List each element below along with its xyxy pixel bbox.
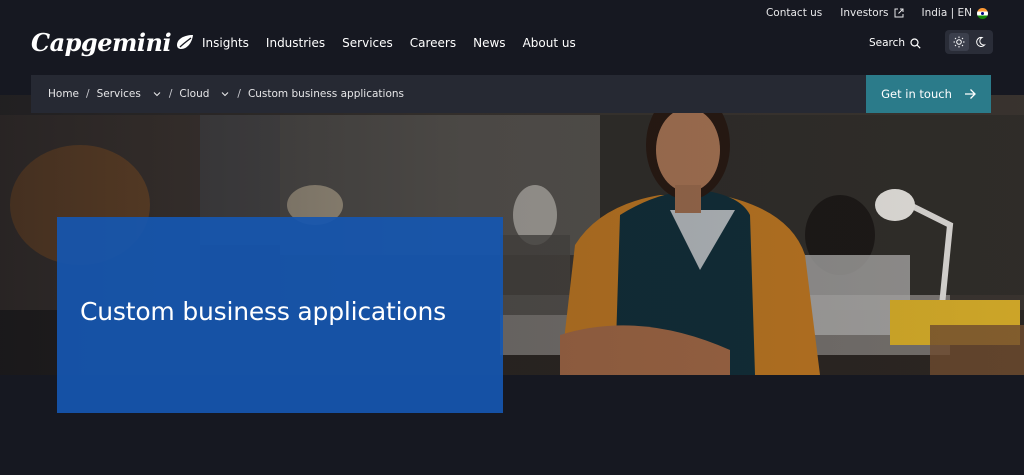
breadcrumb-current: Custom business applications: [248, 88, 404, 100]
locale-selector[interactable]: India | EN: [922, 7, 988, 19]
theme-toggle[interactable]: [945, 30, 993, 54]
nav-industries[interactable]: Industries: [266, 36, 325, 50]
investors-link[interactable]: Investors: [840, 7, 904, 19]
locale-label: India | EN: [921, 7, 972, 19]
main-nav: Insights Industries Services Careers New…: [202, 36, 576, 50]
contact-us-link[interactable]: Contact us: [766, 7, 822, 19]
sun-icon: [953, 36, 964, 48]
logo-text: Capgemini: [31, 28, 172, 57]
nav-about-us[interactable]: About us: [523, 36, 576, 50]
nav-insights[interactable]: Insights: [202, 36, 249, 50]
page-title: Custom business applications: [80, 296, 446, 326]
capgemini-logo[interactable]: Capgemini: [31, 28, 196, 57]
chevron-down-icon[interactable]: [152, 89, 162, 99]
get-in-touch-button[interactable]: Get in touch: [866, 75, 991, 113]
breadcrumb-home[interactable]: Home: [48, 88, 79, 100]
external-link-icon: [894, 8, 904, 18]
breadcrumb-cloud-label: Cloud: [179, 88, 210, 100]
spade-logo-icon: [177, 34, 194, 49]
breadcrumb: Home / Services / Cloud / Custom busines…: [31, 75, 866, 113]
breadcrumb-services[interactable]: Services: [97, 88, 162, 100]
search-button[interactable]: Search: [869, 37, 921, 49]
arrow-right-icon: [964, 89, 976, 99]
chevron-down-icon[interactable]: [220, 89, 230, 99]
nav-careers[interactable]: Careers: [410, 36, 456, 50]
breadcrumb-services-label: Services: [96, 88, 141, 100]
nav-services[interactable]: Services: [342, 36, 393, 50]
search-icon: [910, 37, 921, 49]
india-flag-icon: [977, 7, 988, 19]
breadcrumb-cloud[interactable]: Cloud: [179, 88, 230, 100]
contact-us-label: Contact us: [765, 7, 823, 19]
breadcrumb-current-label: Custom business applications: [247, 88, 404, 100]
breadcrumb-separator: /: [237, 88, 241, 100]
breadcrumb-separator: /: [86, 88, 90, 100]
hero-title-card: Custom business applications: [57, 217, 503, 413]
breadcrumb-separator: /: [168, 88, 173, 100]
dark-mode-button[interactable]: [970, 33, 990, 51]
search-label: Search: [869, 37, 906, 49]
moon-icon: [975, 36, 986, 47]
light-mode-button[interactable]: [948, 33, 969, 51]
get-in-touch-label: Get in touch: [881, 87, 952, 101]
nav-news[interactable]: News: [473, 36, 505, 50]
breadcrumb-home-label: Home: [48, 88, 80, 100]
investors-label: Investors: [840, 7, 889, 19]
utility-bar: Contact us Investors India | EN: [766, 7, 988, 19]
